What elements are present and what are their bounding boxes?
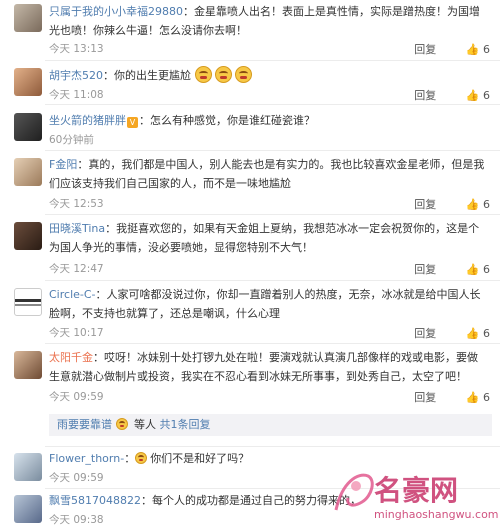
- like-button[interactable]: 👍 6: [466, 43, 490, 56]
- like-button[interactable]: 👍 6: [466, 89, 490, 102]
- reply-button[interactable]: 回复: [414, 196, 436, 212]
- timestamp: 今天 09:38: [49, 514, 104, 526]
- watermark-title: 名豪网: [374, 474, 458, 507]
- timestamp: 今天 12:53: [49, 198, 104, 210]
- timestamp: 今天 12:47: [49, 263, 104, 275]
- username[interactable]: 只属于我的小小幸福29880: [49, 5, 183, 18]
- watermark-graphic: 名豪网 minghaoshangwu.com: [334, 473, 499, 521]
- timestamp: 今天 09:59: [49, 391, 104, 403]
- comment-text: 怎么有种感觉，你是谁红碰瓷谁？: [150, 114, 315, 127]
- thumb-up-icon: 👍: [465, 327, 480, 340]
- sub-reply-user[interactable]: 雨要要靠谱: [57, 418, 112, 431]
- comment-text: 哎呀！冰妹别十处打锣九处在啦！要演戏就认真演几部像样的戏或电影，要做生意就潜心做…: [49, 351, 478, 383]
- username[interactable]: 太阳千金: [49, 351, 93, 364]
- reply-button[interactable]: 回复: [414, 325, 436, 341]
- username[interactable]: 胡宇杰520: [49, 69, 103, 82]
- like-count: 6: [483, 198, 490, 211]
- emoticon-icon: [194, 66, 212, 83]
- emoticon-icon: [234, 66, 252, 83]
- thumb-up-icon: 👍: [465, 198, 480, 211]
- comment-text: 你们不是和好了吗？: [150, 452, 250, 465]
- like-count: 6: [483, 263, 490, 276]
- like-button[interactable]: 👍 6: [466, 327, 490, 340]
- timestamp: 今天 13:13: [49, 43, 104, 55]
- timestamp: 今天 11:08: [49, 89, 104, 101]
- reply-button[interactable]: 回复: [414, 261, 436, 277]
- avatar[interactable]: [14, 113, 42, 141]
- username[interactable]: 田晓溪Tina: [49, 222, 105, 235]
- comment-text: 你的出生更尴尬: [114, 69, 191, 82]
- sub-reply-box[interactable]: 雨要要靠谱 等人 共1条回复: [49, 414, 492, 436]
- like-button[interactable]: 👍 6: [466, 263, 490, 276]
- like-count: 6: [483, 391, 490, 404]
- like-count: 6: [483, 89, 490, 102]
- like-button[interactable]: 👍 6: [466, 391, 490, 404]
- verified-badge-icon: V: [127, 117, 138, 128]
- avatar[interactable]: [14, 158, 42, 186]
- avatar[interactable]: [14, 68, 42, 96]
- reply-button[interactable]: 回复: [414, 389, 436, 405]
- timestamp: 60分钟前: [49, 134, 94, 146]
- comment-text: 真的，我们都是中国人，别人能去也是有实力的。我也比较喜欢金星老师，但是我们应该支…: [49, 158, 485, 190]
- thumb-up-icon: 👍: [465, 391, 480, 404]
- reply-button[interactable]: 回复: [414, 41, 436, 57]
- comment-text: 人家可啥都没说过你，你却一直蹭着别人的热度，无奈，冰冰就是给中国人长脸啊，不支持…: [49, 288, 481, 320]
- avatar[interactable]: [14, 288, 42, 316]
- emoticon-icon: [135, 452, 148, 464]
- avatar[interactable]: [14, 4, 42, 32]
- username[interactable]: Circle-C-: [49, 288, 96, 301]
- watermark-logo: 名豪网 minghaoshangwu.com: [328, 462, 499, 524]
- avatar[interactable]: [14, 351, 42, 379]
- thumb-up-icon: 👍: [465, 43, 480, 56]
- like-count: 6: [483, 327, 490, 340]
- like-count: 6: [483, 43, 490, 56]
- timestamp: 今天 10:17: [49, 327, 104, 339]
- emoticon-icon: [115, 418, 128, 430]
- sub-reply-middle: 等人: [134, 418, 156, 431]
- username[interactable]: Flower_thorn-: [49, 452, 124, 465]
- username[interactable]: 飘雪5817048822: [49, 494, 141, 507]
- sub-reply-count[interactable]: 共1条回复: [160, 418, 211, 431]
- watermark-url: minghaoshangwu.com: [374, 508, 498, 521]
- avatar[interactable]: [14, 222, 42, 250]
- like-button[interactable]: 👍 6: [466, 198, 490, 211]
- timestamp: 今天 09:59: [49, 472, 104, 484]
- thumb-up-icon: 👍: [465, 263, 480, 276]
- emoticon-icon: [214, 66, 232, 83]
- avatar[interactable]: [14, 453, 42, 481]
- reply-button[interactable]: 回复: [414, 87, 436, 103]
- thumb-up-icon: 👍: [465, 89, 480, 102]
- username[interactable]: 坐火箭的猪胖胖: [49, 114, 126, 127]
- avatar[interactable]: [14, 495, 42, 523]
- username[interactable]: F金阳: [49, 158, 77, 171]
